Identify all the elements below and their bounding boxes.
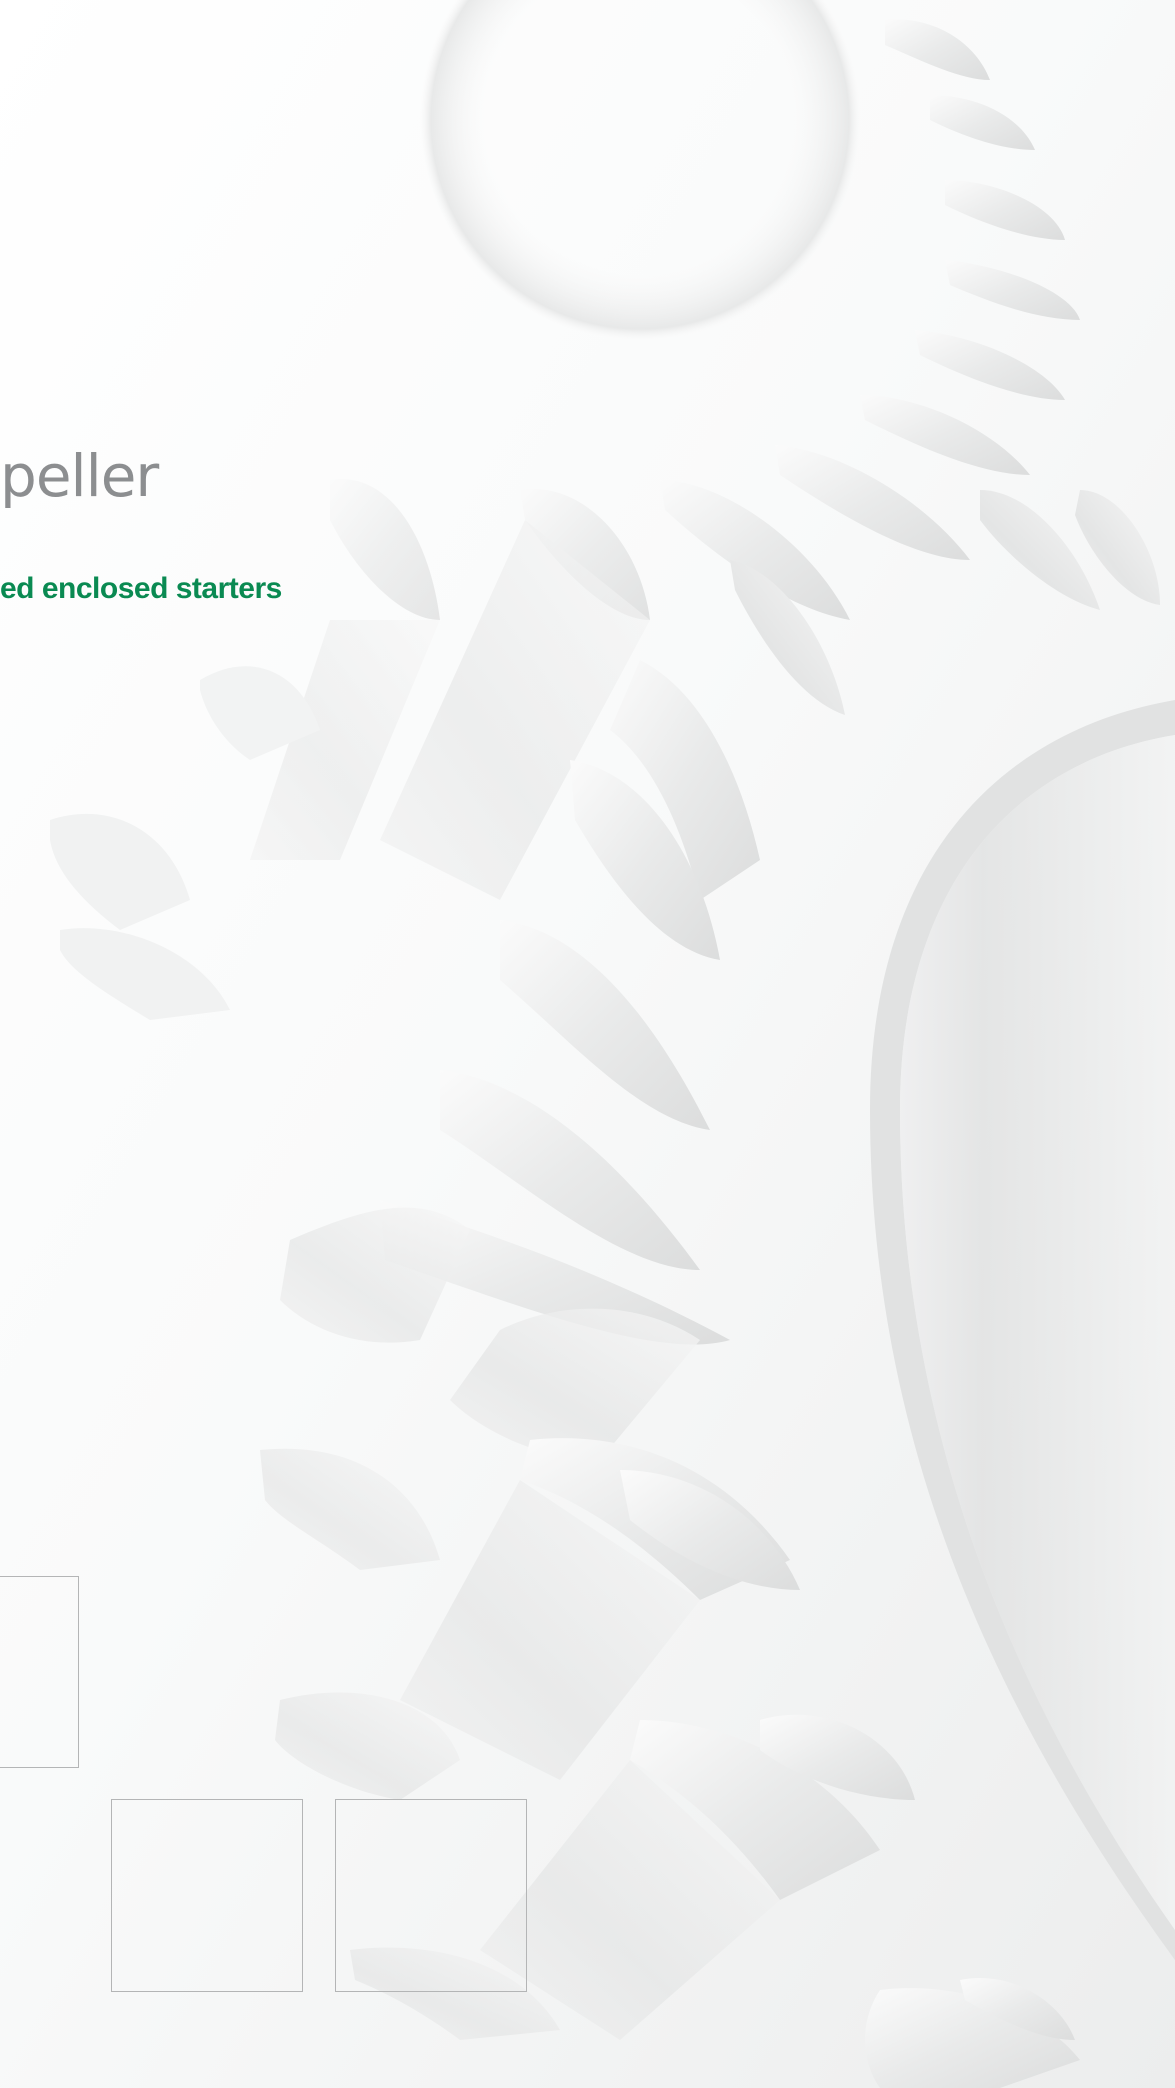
image-placeholder-frame [111,1799,303,1992]
image-placeholder-frame [0,1576,79,1768]
image-placeholder-frame [335,1799,527,1992]
cover-page: peller ed enclosed starters [0,0,1175,2088]
gear-teeth-middle [250,479,760,1460]
right-hub-ring [870,700,1175,1960]
gear-background-illustration [50,0,1175,2088]
cover-subtitle: ed enclosed starters [0,572,282,605]
upper-gear-arc [420,0,860,340]
cover-title: peller [0,442,159,510]
